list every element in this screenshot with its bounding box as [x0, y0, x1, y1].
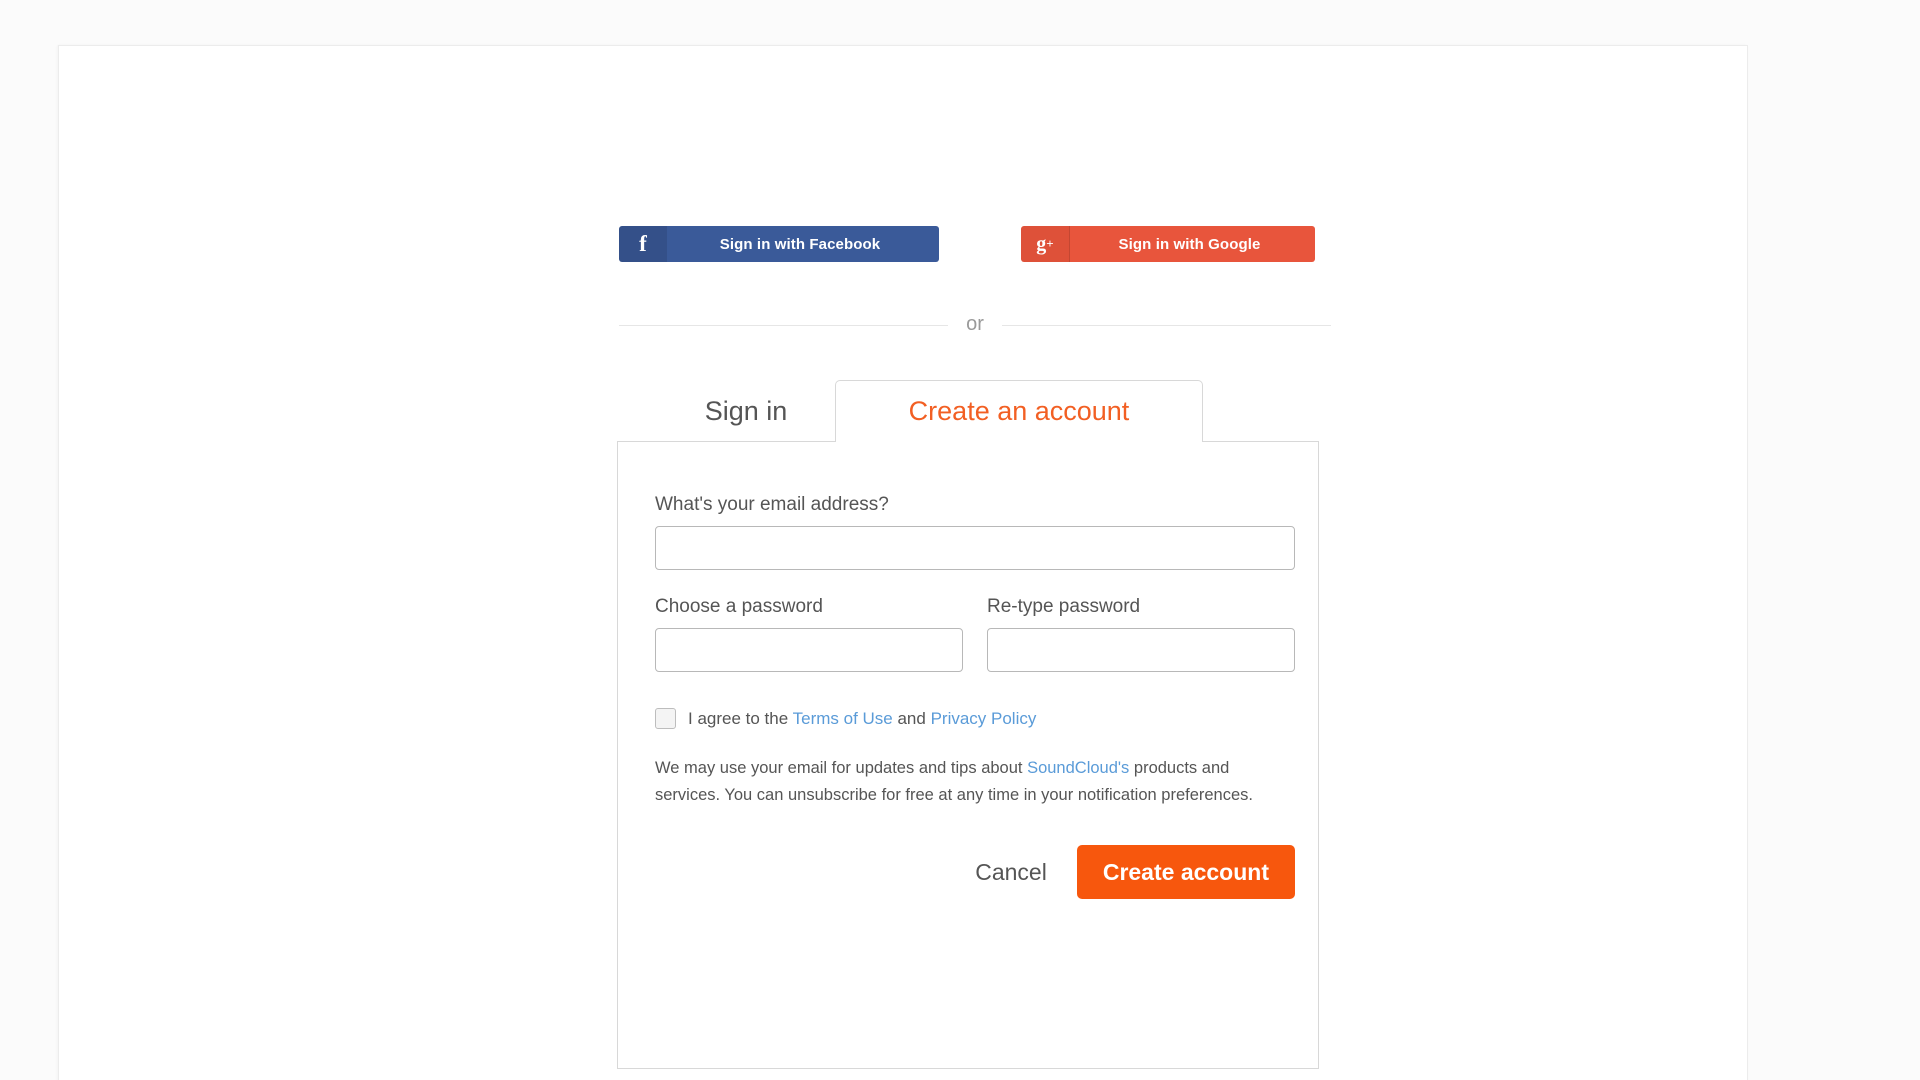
cancel-button[interactable]: Cancel	[961, 851, 1061, 894]
password-field[interactable]	[655, 628, 963, 672]
agree-middle: and	[892, 708, 931, 728]
agree-terms-text: I agree to the Terms of Use and Privacy …	[688, 709, 1036, 729]
form-content: What's your email address? Choose a pass…	[655, 494, 1295, 899]
password-label: Choose a password	[655, 596, 823, 617]
facebook-f-icon: f	[619, 226, 667, 262]
privacy-policy-link[interactable]: Privacy Policy	[931, 709, 1037, 728]
tab-create-an-account[interactable]: Create an account	[835, 380, 1203, 442]
divider-line-left	[619, 324, 949, 326]
create-account-button[interactable]: Create account	[1076, 845, 1295, 899]
soundcloud-link[interactable]: SoundCloud's	[1027, 759, 1129, 777]
or-divider: or	[619, 310, 1332, 340]
social-signin-row: f Sign in with Facebook g + Sign in with …	[619, 226, 1329, 262]
tab-sign-in-label: Sign in	[704, 395, 788, 426]
email-usage-disclaimer: We may use your email for updates and ti…	[655, 755, 1275, 809]
email-label: What's your email address?	[655, 494, 889, 515]
password-column: Choose a password	[655, 596, 963, 672]
password-confirm-field[interactable]	[987, 628, 1295, 672]
auth-tab-strip: Sign in Create an account	[617, 380, 1319, 442]
terms-of-use-link[interactable]: Terms of Use	[793, 709, 893, 728]
form-actions: Cancel Create account	[655, 845, 1295, 899]
page-root: f Sign in with Facebook g + Sign in with …	[0, 0, 1920, 1080]
terms-agreement-row: I agree to the Terms of Use and Privacy …	[655, 708, 1295, 729]
create-account-form: What's your email address? Choose a pass…	[617, 441, 1319, 1069]
sign-in-with-google-button[interactable]: g + Sign in with Google	[1021, 226, 1315, 262]
google-button-label: Sign in with Google	[1118, 235, 1261, 253]
agree-terms-checkbox[interactable]	[655, 708, 676, 729]
disclaimer-line-1: We may use your email for updates and ti…	[655, 759, 1023, 777]
disclaimer-line-3: for free at any time in your notificatio…	[881, 786, 1253, 804]
google-g-glyph: g	[1036, 232, 1047, 255]
divider-label: or	[966, 313, 984, 335]
divider-line-right	[1001, 324, 1332, 326]
sign-in-with-facebook-button[interactable]: f Sign in with Facebook	[619, 226, 939, 262]
page-panel: f Sign in with Facebook g + Sign in with …	[58, 45, 1748, 1080]
tab-create-an-account-label: Create an account	[908, 396, 1130, 426]
password-row: Choose a password Re-type password	[655, 596, 1295, 672]
google-plus-glyph: +	[1046, 236, 1054, 251]
agree-prefix: I agree to the	[688, 708, 793, 728]
google-plus-icon: g +	[1021, 226, 1070, 262]
email-field[interactable]	[655, 526, 1295, 570]
facebook-button-label: Sign in with Facebook	[719, 235, 881, 253]
password-confirm-label: Re-type password	[987, 596, 1141, 617]
tab-sign-in[interactable]: Sign in	[657, 380, 835, 442]
password-confirm-column: Re-type password	[987, 596, 1295, 672]
